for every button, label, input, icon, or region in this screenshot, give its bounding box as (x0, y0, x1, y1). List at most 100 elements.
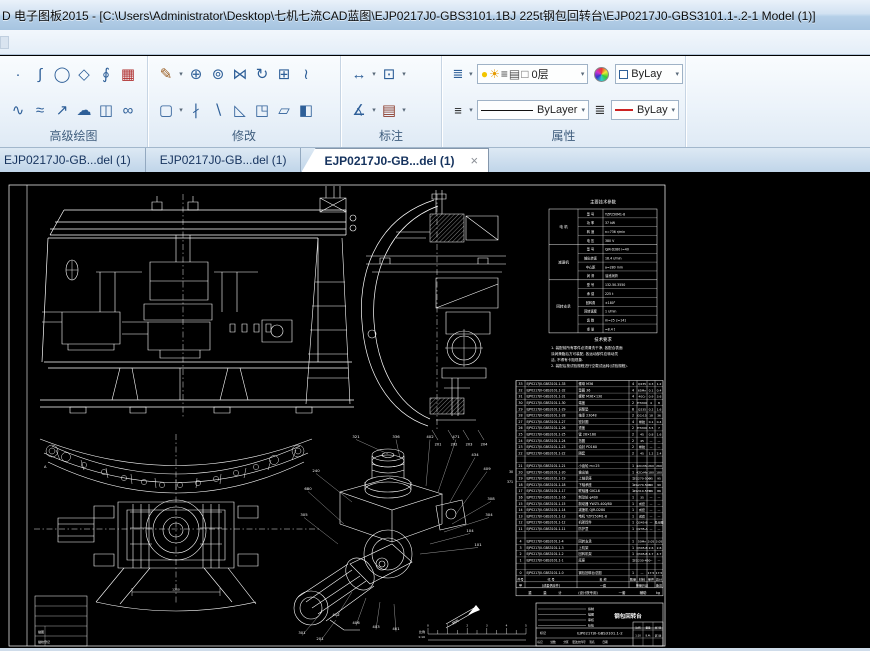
svg-text:95: 95 (649, 477, 653, 481)
rotate-icon[interactable]: ↻ (251, 61, 273, 87)
svg-text:30: 30 (518, 401, 522, 405)
svg-text:471: 471 (452, 434, 460, 439)
coordinate-dimension-dropdown-icon[interactable]: ▾ (370, 106, 378, 114)
svg-text:2.6: 2.6 (657, 546, 662, 550)
table-icon[interactable]: ▦ (117, 61, 139, 87)
lineweight-combo[interactable]: ByLay ▾ (611, 100, 679, 120)
svg-text:联轴器 GⅡCL6: 联轴器 GⅡCL6 (579, 488, 600, 493)
title-bar[interactable]: D 电子图板2015 - [C:\Users\Administrator\Des… (0, 0, 870, 30)
svg-text:3.6: 3.6 (657, 395, 662, 399)
pointer-icon[interactable]: ↗ (51, 97, 73, 123)
svg-text:18: 18 (518, 483, 522, 487)
svg-text:—: — (658, 559, 661, 563)
polygon-icon[interactable]: ◇ (73, 61, 95, 87)
svg-text:19: 19 (518, 477, 522, 481)
layer-print-icon[interactable]: ▤ (509, 68, 520, 80)
color-combo-arrow-icon[interactable]: ▾ (672, 70, 679, 78)
svg-text:240: 240 (312, 468, 320, 473)
sketch-line-icon[interactable]: ≈ (29, 97, 51, 123)
layer-thaw-sun-icon[interactable]: ☀ (489, 68, 500, 80)
svg-text:审核: 审核 (588, 617, 594, 622)
scale-icon[interactable]: ▢ (155, 97, 177, 123)
svg-text:403: 403 (372, 624, 380, 629)
layer-value: 0层 (531, 66, 548, 82)
svg-text:签名: 签名 (589, 640, 595, 644)
svg-text:2: 2 (632, 445, 634, 449)
svg-text:活, 不得有卡阻现象.: 活, 不得有卡阻现象. (551, 357, 583, 362)
svg-text:29: 29 (518, 407, 522, 411)
break-icon[interactable]: ∤ (185, 97, 207, 123)
quick-access-toolbar[interactable] (0, 36, 9, 49)
wave-line-icon[interactable]: ∿ (7, 97, 29, 123)
svg-text:钢包回转台总图: 钢包回转台总图 (579, 570, 603, 575)
edit-pencil-icon[interactable]: ✎ (155, 61, 177, 87)
stretch-icon[interactable]: ≀ (295, 61, 317, 87)
annotation-edit-dropdown-icon[interactable]: ▾ (400, 106, 408, 114)
layer-settings-icon[interactable]: ≣ (449, 61, 467, 87)
layer-swatch-icon[interactable]: □ (521, 68, 528, 80)
svg-text:一套: 一套 (600, 583, 606, 588)
region-icon[interactable]: ∞ (117, 97, 139, 123)
drawing-canvas[interactable]: 主要技术参数电 机型 号YZP250M1-8功 率37 kW转 速n=736 r… (0, 172, 870, 651)
layer-on-bulb-icon[interactable]: ● (481, 68, 488, 80)
solid-icon[interactable]: ▱ (273, 97, 295, 123)
extend-icon[interactable]: ◺ (229, 97, 251, 123)
smart-dimension-dropdown-icon[interactable]: ▾ (400, 70, 408, 78)
linear-dimension-icon[interactable]: ↔ (348, 61, 370, 87)
svg-text:上轴承座: 上轴承座 (579, 476, 593, 481)
svg-text:EJP0217J0-GBS3101.1-16: EJP0217J0-GBS3101.1-16 (527, 496, 566, 500)
svg-text:EJP0217J0-GBS3101.1-2: EJP0217J0-GBS3101.1-2 (527, 552, 564, 556)
point-icon[interactable]: · (7, 61, 29, 87)
ellipse-icon[interactable]: ◯ (51, 61, 73, 87)
layer-settings-dropdown-icon[interactable]: ▾ (467, 70, 475, 78)
annotation-edit-icon[interactable]: ▤ (378, 97, 400, 123)
color-combo[interactable]: ByLay ▾ (615, 64, 683, 84)
formula-curve-icon[interactable]: ∮ (95, 61, 117, 87)
svg-text:3.05: 3.05 (656, 540, 663, 544)
edit-pencil-dropdown-icon[interactable]: ▾ (177, 70, 185, 78)
line-style-icon[interactable]: ≡ (449, 97, 467, 123)
trim-icon[interactable]: ∖ (207, 97, 229, 123)
ribbon-empty-area (686, 56, 870, 147)
svg-text:比例: 比例 (635, 626, 641, 630)
lineweight-combo-arrow-icon[interactable]: ▾ (668, 106, 675, 114)
layer-combo-arrow-icon[interactable]: ▾ (578, 70, 585, 78)
scale-dropdown-icon[interactable]: ▾ (177, 106, 185, 114)
tab-close-icon[interactable]: × (471, 153, 479, 168)
layer-lock-icon[interactable]: ≡ (501, 68, 508, 80)
view-isometric (294, 449, 526, 640)
chamfer-icon[interactable]: ◳ (251, 97, 273, 123)
function-curve-icon[interactable]: ∫ (29, 61, 51, 87)
svg-text:Q235: Q235 (638, 407, 646, 411)
svg-text:4: 4 (632, 388, 634, 392)
coordinate-dimension-icon[interactable]: ∡ (348, 97, 370, 123)
document-tab-3[interactable]: EJP0217J0-GB...del (1)× (301, 148, 489, 172)
layer-combo[interactable]: ●☀≡▤□ 0层 ▾ (477, 64, 588, 84)
lineweight-icon[interactable]: ≣ (591, 97, 609, 123)
smart-dimension-icon[interactable]: ⊡ (378, 61, 400, 87)
offset-icon[interactable]: ◧ (295, 97, 317, 123)
svg-text:减速机: 减速机 (558, 259, 569, 264)
block-icon[interactable]: ◫ (95, 97, 117, 123)
revision-cloud-icon[interactable]: ☁ (73, 97, 95, 123)
svg-text:橡胶: 橡胶 (639, 419, 645, 424)
svg-text:数量: 数量 (630, 576, 636, 581)
svg-text:0.3: 0.3 (649, 382, 654, 386)
svg-text:22: 22 (518, 451, 522, 455)
array-icon[interactable]: ⊞ (273, 61, 295, 87)
svg-text:EJP0217J0-GBS3101.1-19: EJP0217J0-GBS3101.1-19 (527, 477, 566, 481)
svg-text:型 号: 型 号 (587, 247, 594, 252)
linetype-combo-arrow-icon[interactable]: ▾ (578, 106, 585, 114)
linetype-combo[interactable]: ByLayer ▾ (477, 100, 589, 120)
document-tab-1[interactable]: EJP0217J0-GB...del (1) (0, 148, 146, 172)
svg-text:406: 406 (352, 620, 360, 625)
color-wheel-icon[interactable] (594, 67, 609, 82)
line-style-dropdown-icon[interactable]: ▾ (467, 106, 475, 114)
document-tab-2[interactable]: EJP0217J0-GB...del (1) (146, 148, 302, 172)
svg-text:标记: 标记 (540, 630, 546, 635)
svg-text:1: 1 (519, 559, 521, 563)
copy-icon[interactable]: ⊚ (207, 61, 229, 87)
linear-dimension-dropdown-icon[interactable]: ▾ (370, 70, 378, 78)
mirror-icon[interactable]: ⋈ (229, 61, 251, 87)
move-icon[interactable]: ⊕ (185, 61, 207, 87)
